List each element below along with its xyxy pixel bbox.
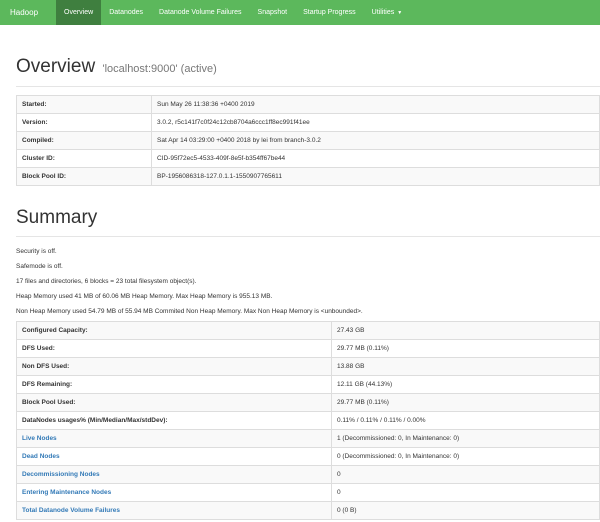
nav-datanodes[interactable]: Datanodes bbox=[101, 0, 151, 25]
top-navbar: Hadoop Overview Datanodes Datanode Volum… bbox=[0, 0, 600, 25]
row-label: Cluster ID: bbox=[16, 149, 152, 168]
table-row: DFS Used: 29.77 MB (0.11%) bbox=[16, 339, 600, 358]
row-label: Started: bbox=[16, 95, 152, 114]
row-label: Version: bbox=[16, 113, 152, 132]
table-row: DFS Remaining: 12.11 GB (44.13%) bbox=[16, 375, 600, 394]
row-label: DFS Used: bbox=[16, 339, 332, 358]
row-value: 0.11% / 0.11% / 0.11% / 0.00% bbox=[331, 411, 600, 430]
overview-table: Started: Sun May 26 11:38:36 +0400 2019 … bbox=[16, 95, 600, 186]
table-row: Compiled: Sat Apr 14 03:29:00 +0400 2018… bbox=[16, 131, 600, 150]
row-value: 0 (Decommissioned: 0, In Maintenance: 0) bbox=[331, 447, 600, 466]
non-heap-memory: Non Heap Memory used 54.79 MB of 55.94 M… bbox=[16, 308, 363, 315]
table-row: Entering Maintenance Nodes 0 bbox=[16, 483, 600, 502]
table-row: Dead Nodes 0 (Decommissioned: 0, In Main… bbox=[16, 447, 600, 466]
brand-link[interactable]: Hadoop bbox=[0, 0, 56, 25]
row-value: 13.88 GB bbox=[331, 357, 600, 376]
total-datanode-volume-failures-link[interactable]: Total Datanode Volume Failures bbox=[22, 507, 120, 514]
row-label-cell: Entering Maintenance Nodes bbox=[16, 483, 332, 502]
row-label-cell: Decommissioning Nodes bbox=[16, 465, 332, 484]
table-row: Block Pool Used: 29.77 MB (0.11%) bbox=[16, 393, 600, 412]
row-label: Non DFS Used: bbox=[16, 357, 332, 376]
summary-status-lines: Security is off. Safemode is off. 17 fil… bbox=[16, 246, 363, 321]
security-status: Security is off. bbox=[16, 248, 57, 255]
filesystem-objects: 17 files and directories, 6 blocks = 23 … bbox=[16, 278, 197, 285]
row-label: Block Pool ID: bbox=[16, 167, 152, 186]
row-value: Sat Apr 14 03:29:00 +0400 2018 by lei fr… bbox=[151, 131, 600, 150]
row-value: 0 (0 B) bbox=[331, 501, 600, 520]
row-value: BP-1956086318-127.0.1.1-1550907765611 bbox=[151, 167, 600, 186]
dead-nodes-link[interactable]: Dead Nodes bbox=[22, 453, 60, 460]
row-value: 3.0.2, r5c141f7c0f24c12cb8704a6ccc1ff8ec… bbox=[151, 113, 600, 132]
live-nodes-link[interactable]: Live Nodes bbox=[22, 435, 57, 442]
row-value: 27.43 GB bbox=[331, 321, 600, 340]
table-row: Decommissioning Nodes 0 bbox=[16, 465, 600, 484]
table-row: Version: 3.0.2, r5c141f7c0f24c12cb8704a6… bbox=[16, 113, 600, 132]
row-label: Configured Capacity: bbox=[16, 321, 332, 340]
summary-divider bbox=[16, 236, 600, 237]
row-label-cell: Live Nodes bbox=[16, 429, 332, 448]
summary-table: Configured Capacity: 27.43 GB DFS Used: … bbox=[16, 321, 600, 520]
entering-maintenance-nodes-link[interactable]: Entering Maintenance Nodes bbox=[22, 489, 111, 496]
row-label: DataNodes usages% (Min/Median/Max/stdDev… bbox=[16, 411, 332, 430]
table-row: Non DFS Used: 13.88 GB bbox=[16, 357, 600, 376]
table-row: Live Nodes 1 (Decommissioned: 0, In Main… bbox=[16, 429, 600, 448]
row-value: 0 bbox=[331, 465, 600, 484]
row-value: 29.77 MB (0.11%) bbox=[331, 339, 600, 358]
row-label: Compiled: bbox=[16, 131, 152, 150]
table-row: Started: Sun May 26 11:38:36 +0400 2019 bbox=[16, 95, 600, 114]
row-value: CID-95f72ec5-4533-409f-8e5f-b354ff67be44 bbox=[151, 149, 600, 168]
decommissioning-nodes-link[interactable]: Decommissioning Nodes bbox=[22, 471, 100, 478]
nav-utilities-label: Utilities bbox=[371, 9, 395, 16]
table-row: Total Datanode Volume Failures 0 (0 B) bbox=[16, 501, 600, 520]
row-label-cell: Dead Nodes bbox=[16, 447, 332, 466]
table-row: Cluster ID: CID-95f72ec5-4533-409f-8e5f-… bbox=[16, 149, 600, 168]
nav-startup-progress[interactable]: Startup Progress bbox=[295, 0, 364, 25]
nav-utilities[interactable]: Utilities ▼ bbox=[364, 0, 411, 25]
overview-heading: Overview 'localhost:9000' (active) bbox=[16, 56, 217, 78]
chevron-down-icon: ▼ bbox=[397, 9, 403, 16]
row-label: Block Pool Used: bbox=[16, 393, 332, 412]
table-row: Block Pool ID: BP-1956086318-127.0.1.1-1… bbox=[16, 167, 600, 186]
nav-overview[interactable]: Overview bbox=[56, 0, 102, 25]
table-row: DataNodes usages% (Min/Median/Max/stdDev… bbox=[16, 411, 600, 430]
summary-heading: Summary bbox=[16, 207, 97, 229]
row-label: DFS Remaining: bbox=[16, 375, 332, 394]
nav-datanode-volume-failures[interactable]: Datanode Volume Failures bbox=[151, 0, 250, 25]
safemode-status: Safemode is off. bbox=[16, 263, 63, 270]
heap-memory: Heap Memory used 41 MB of 60.06 MB Heap … bbox=[16, 293, 273, 300]
row-value: Sun May 26 11:38:36 +0400 2019 bbox=[151, 95, 600, 114]
row-value: 29.77 MB (0.11%) bbox=[331, 393, 600, 412]
overview-divider bbox=[16, 86, 600, 87]
row-value: 12.11 GB (44.13%) bbox=[331, 375, 600, 394]
row-value: 0 bbox=[331, 483, 600, 502]
row-label-cell: Total Datanode Volume Failures bbox=[16, 501, 332, 520]
overview-title: Overview bbox=[16, 56, 96, 77]
summary-title: Summary bbox=[16, 207, 98, 228]
nav-snapshot[interactable]: Snapshot bbox=[250, 0, 296, 25]
overview-subtitle: 'localhost:9000' (active) bbox=[102, 63, 217, 75]
row-value: 1 (Decommissioned: 0, In Maintenance: 0) bbox=[331, 429, 600, 448]
table-row: Configured Capacity: 27.43 GB bbox=[16, 321, 600, 340]
